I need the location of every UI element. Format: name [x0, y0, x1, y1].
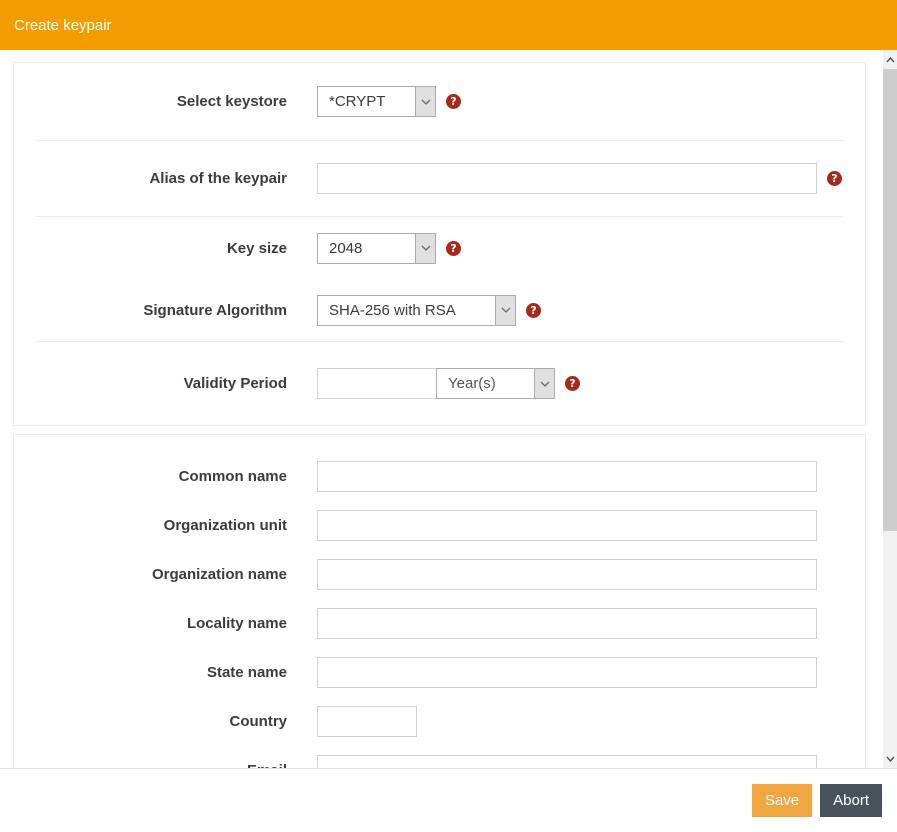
scroll-up-arrow-icon[interactable] [883, 51, 897, 68]
signature-algorithm-help-icon[interactable]: ? [526, 302, 541, 318]
dialog-footer: Save Abort [0, 768, 897, 832]
organization-name-input[interactable] [317, 559, 817, 590]
chevron-down-icon [415, 87, 435, 116]
state-name-label: State name [206, 664, 287, 681]
country-input[interactable] [317, 706, 417, 737]
locality-name-input[interactable] [317, 608, 817, 639]
common-name-input[interactable] [317, 461, 817, 492]
alias-row: Alias of the keypair ? [14, 141, 865, 216]
signature-algorithm-selected-value: SHA-256 with RSA [329, 301, 456, 319]
validity-unit-select[interactable]: Year(s) [436, 368, 555, 399]
keystore-label: Select keystore [176, 93, 287, 110]
chevron-down-icon [415, 233, 435, 263]
save-button[interactable]: Save [751, 784, 813, 817]
country-label: Country [229, 713, 288, 730]
key-size-selected-value: 2048 [329, 239, 363, 257]
locality-name-label: Locality name [186, 615, 287, 632]
validity-unit-selected-value: Year(s) [448, 375, 496, 392]
email-input[interactable] [317, 755, 817, 768]
email-label: Email [14, 762, 287, 768]
form-content: Select keystore *CRYPT ? Alias of the ke… [13, 62, 866, 768]
alias-input[interactable] [317, 163, 817, 194]
state-name-row: State name [14, 648, 865, 697]
key-size-help-icon[interactable]: ? [446, 240, 461, 256]
validity-period-help-icon[interactable]: ? [565, 376, 580, 391]
dialog-body: Select keystore *CRYPT ? Alias of the ke… [0, 50, 897, 768]
organization-name-label: Organization name [151, 566, 287, 583]
common-name-row: Common name [14, 452, 865, 501]
state-name-input[interactable] [317, 657, 817, 688]
dialog-header: Create keypair [0, 0, 897, 50]
signature-algorithm-label: Signature Algorithm [143, 301, 287, 319]
organization-unit-row: Organization unit [14, 501, 865, 550]
validity-period-label: Validity Period [183, 375, 287, 392]
create-keypair-dialog: Create keypair Select keystore *CRYPT ? [0, 0, 897, 832]
organization-unit-input[interactable] [317, 510, 817, 541]
key-parameters-section: Select keystore *CRYPT ? Alias of the ke… [13, 62, 866, 426]
alias-help-icon[interactable]: ? [827, 171, 842, 186]
chevron-down-icon [534, 369, 554, 398]
abort-button[interactable]: Abort [820, 784, 882, 817]
validity-period-row: Validity Period Year(s) ? [14, 342, 865, 425]
scrollbar[interactable] [883, 50, 897, 768]
country-row: Country [14, 697, 865, 746]
keystore-help-icon[interactable]: ? [446, 94, 461, 109]
alias-label: Alias of the keypair [149, 170, 287, 187]
scrollbar-thumb[interactable] [883, 69, 897, 531]
signature-algorithm-select[interactable]: SHA-256 with RSA [317, 294, 516, 326]
organization-unit-label: Organization unit [163, 517, 287, 534]
chevron-down-icon [495, 295, 515, 325]
keystore-select[interactable]: *CRYPT [317, 86, 436, 117]
organization-name-row: Organization name [14, 550, 865, 599]
distinguished-name-section: Common name Organization unit Organizati… [13, 434, 866, 768]
key-size-label: Key size [226, 239, 287, 257]
common-name-label: Common name [178, 468, 287, 485]
key-size-row: Key size 2048 ? [14, 217, 865, 279]
key-size-select[interactable]: 2048 [317, 232, 436, 264]
signature-algorithm-row: Signature Algorithm SHA-256 with RSA ? [14, 279, 865, 341]
keystore-row: Select keystore *CRYPT ? [14, 63, 865, 140]
validity-period-input[interactable] [317, 368, 437, 399]
scroll-down-arrow-icon[interactable] [883, 750, 897, 767]
email-row: Email [14, 746, 865, 768]
locality-name-row: Locality name [14, 599, 865, 648]
dialog-title: Create keypair [14, 16, 112, 34]
keystore-selected-value: *CRYPT [329, 93, 386, 110]
